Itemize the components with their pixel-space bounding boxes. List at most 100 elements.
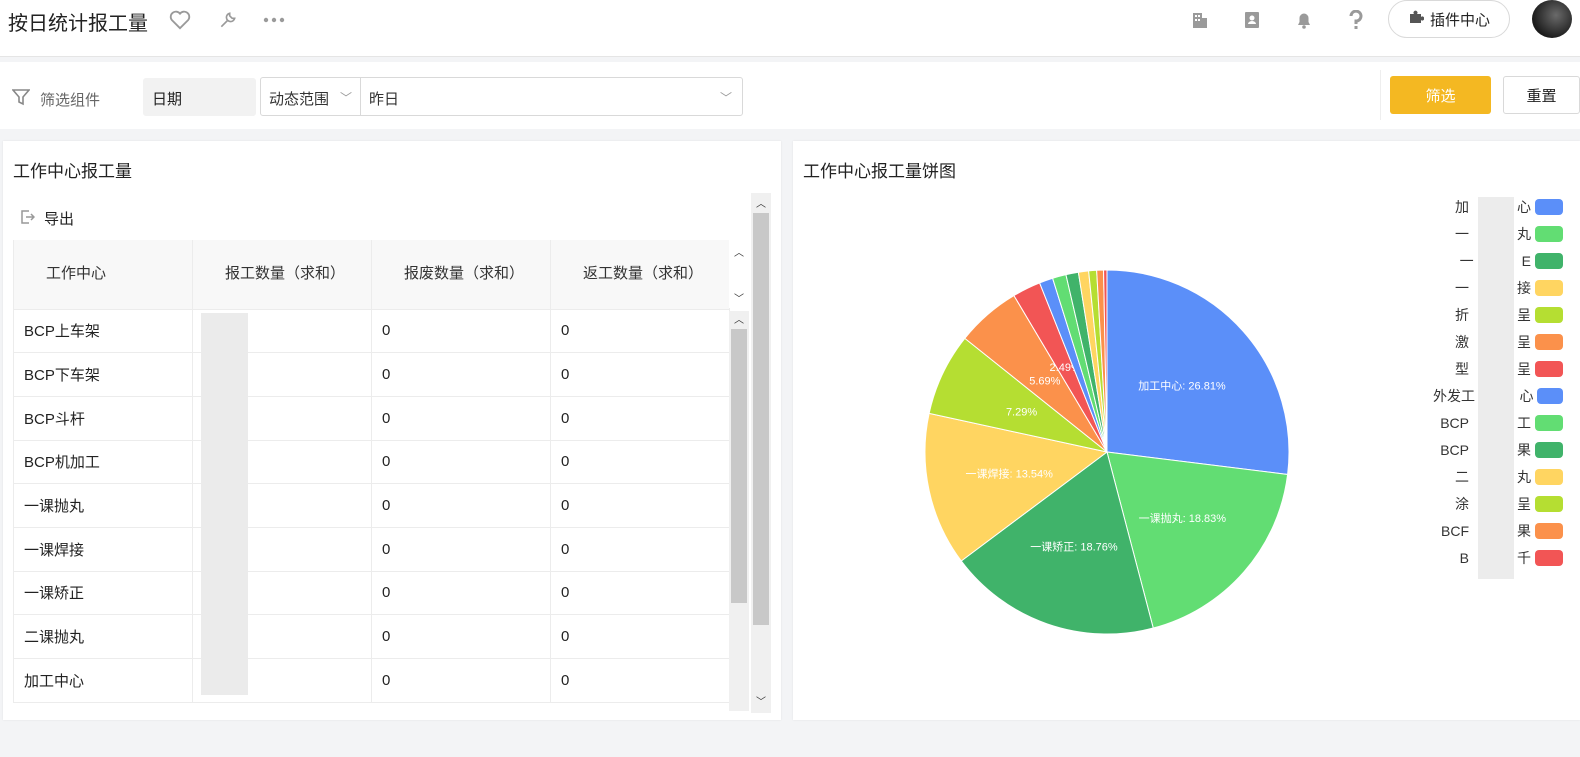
chevron-down-icon[interactable]: ﹀ (729, 290, 749, 305)
panel-scrollbar[interactable]: ︿ ﹀ (751, 193, 771, 713)
legend-label-tail: 心 (1517, 198, 1531, 215)
legend-label: 一 (1455, 225, 1469, 242)
legend-swatch (1535, 549, 1563, 566)
help-icon[interactable] (1344, 8, 1368, 32)
legend-label: 型 (1455, 360, 1469, 377)
chevron-up-icon[interactable]: ︿ (729, 311, 749, 326)
range-type-value: 动态范围 (269, 91, 330, 108)
pie-slice[interactable] (1106, 269, 1290, 476)
divider (1380, 70, 1381, 120)
table-cell: 0 (371, 483, 551, 528)
table-cell: BCP机加工 (13, 440, 193, 485)
legend-label-tail: 呈 (1517, 306, 1531, 323)
table-cell: 0 (550, 527, 730, 572)
table-cell: BCP斗杆 (13, 396, 193, 441)
table-cell: 0 (550, 483, 730, 528)
bell-icon[interactable] (1292, 8, 1316, 32)
building-icon[interactable] (1188, 8, 1212, 32)
pie-slice-label: 5.69% (1029, 376, 1060, 388)
table-row[interactable]: BCP下车架 0 0 (13, 352, 730, 397)
legend-label-tail: 呈 (1517, 495, 1531, 512)
contacts-icon[interactable] (1240, 8, 1264, 32)
legend-swatch (1535, 468, 1563, 485)
table-row[interactable]: 二课抛丸 0 0 (13, 614, 730, 659)
legend-swatch (1535, 333, 1563, 350)
legend-swatch (1535, 306, 1563, 323)
table-cell: 0 (550, 658, 730, 703)
table-cell: 一课矫正 (13, 571, 193, 616)
legend-swatch (1535, 252, 1563, 269)
column-header[interactable]: 返工数量（求和） (550, 240, 730, 310)
pie-slice-label: 加工中心: 26.81% (1138, 380, 1226, 393)
filter-button[interactable]: 筛选 (1390, 76, 1491, 114)
redacted-legend (1478, 197, 1514, 579)
table-row[interactable]: BCP上车架 0 0 (13, 309, 730, 354)
table-row[interactable]: BCP机加工 0 0 (13, 440, 730, 485)
table-cell: 二课抛丸 (13, 614, 193, 659)
workcenter-pie-panel: 工作中心报工量饼图 加工中心: 26.81% 一课抛丸: 18.83% 一课矫正: … (793, 141, 1580, 720)
legend-swatch (1535, 441, 1563, 458)
header-scrollbar[interactable]: ︿ ﹀ (729, 240, 749, 308)
legend-label: BCP (1440, 414, 1469, 431)
scrollbar-thumb[interactable] (731, 329, 747, 603)
table-row[interactable]: 加工中心 0 0 (13, 658, 730, 703)
table-row[interactable]: BCP斗杆 0 0 (13, 396, 730, 441)
table-row[interactable]: 一课矫正 0 0 (13, 571, 730, 616)
plugin-center-button[interactable]: 插件中心 (1388, 0, 1510, 38)
table-cell: 0 (371, 396, 551, 441)
avatar[interactable] (1532, 0, 1572, 38)
range-type-select[interactable]: 动态范围 ﹀ (260, 77, 361, 116)
chevron-up-icon[interactable]: ︿ (729, 244, 749, 259)
legend-label: 一 (1455, 279, 1469, 296)
page-title: 按日统计报工量 (8, 13, 148, 35)
heart-icon[interactable] (168, 8, 192, 32)
table-cell: 0 (371, 658, 551, 703)
table-cell: 0 (371, 309, 551, 354)
legend-label-tail: 工 (1517, 414, 1531, 431)
chevron-down-icon[interactable]: ﹀ (751, 693, 771, 708)
panel-title: 工作中心报工量 (13, 162, 132, 181)
chevron-down-icon: ﹀ (719, 91, 732, 105)
legend-label: 二 (1455, 468, 1469, 485)
more-icon[interactable] (262, 8, 286, 32)
legend-label: 外发工 (1433, 387, 1475, 404)
legend-label: B (1459, 549, 1469, 566)
legend-label: 折 (1455, 306, 1469, 323)
pie-slice-label: 一课矫正: 18.76% (1030, 541, 1118, 554)
redacted-values (201, 313, 248, 695)
chevron-up-icon[interactable]: ︿ (751, 195, 771, 210)
table-row[interactable]: 一课抛丸 0 0 (13, 483, 730, 528)
export-button[interactable]: 导出 (19, 208, 74, 229)
plugin-center-label: 插件中心 (1429, 11, 1490, 29)
table-cell: 0 (550, 396, 730, 441)
table-cell: 0 (371, 527, 551, 572)
legend-label-tail: 丸 (1517, 225, 1531, 242)
table-cell: 0 (550, 309, 730, 354)
pie-slice-label: 7.29% (1006, 406, 1037, 418)
table-cell: 0 (371, 352, 551, 397)
column-header[interactable]: 报废数量（求和） (371, 240, 551, 310)
legend-label-tail: 果 (1517, 522, 1531, 539)
filter-bar: 筛选组件 日期 动态范围 ﹀ 昨日 ﹀ 筛选 重置 (0, 62, 1580, 129)
range-value-text: 昨日 (369, 91, 400, 108)
legend-label: 一 (1459, 252, 1474, 269)
column-header[interactable]: 报工数量（求和） (192, 240, 372, 310)
table-cell: 加工中心 (13, 658, 193, 703)
top-header: 按日统计报工量 插件中心 (0, 0, 1580, 57)
table-cell: 0 (550, 440, 730, 485)
scrollbar-thumb[interactable] (753, 213, 769, 625)
legend-swatch (1535, 279, 1563, 296)
table-cell: 0 (550, 614, 730, 659)
wrench-icon[interactable] (216, 8, 240, 32)
table-row[interactable]: 一课焊接 0 0 (13, 527, 730, 572)
legend-label-tail: 接 (1517, 279, 1531, 296)
legend-label: BCF (1441, 522, 1469, 539)
column-header[interactable]: 工作中心 (13, 240, 193, 310)
table-scrollbar[interactable]: ︿ (729, 311, 749, 711)
filter-component-label: 筛选组件 (11, 88, 100, 110)
pie-slice-label: 一课抛丸: 18.83% (1139, 511, 1227, 525)
range-value-select[interactable]: 昨日 ﹀ (360, 77, 743, 116)
legend-label-tail: 果 (1517, 441, 1531, 458)
legend-label: 涂 (1455, 495, 1469, 512)
reset-button[interactable]: 重置 (1503, 76, 1580, 114)
